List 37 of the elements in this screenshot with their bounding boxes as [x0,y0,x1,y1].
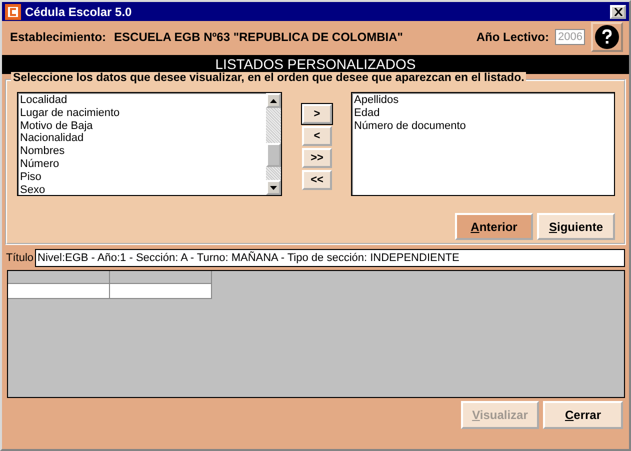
move-button[interactable]: < [302,126,332,146]
move-button[interactable]: > [302,104,332,124]
title-field[interactable]: Nivel:EGB - Año:1 - Sección: A - Turno: MAÑANA - Tipo de sección: INDEPENDIENTE [34,249,625,267]
title-label: Título [6,252,34,264]
move-button[interactable]: >> [302,148,332,168]
available-list[interactable]: Localidad Lugar de nacimiento Motivo de Baja Nacionalidad Nombres Número Piso Sexo [17,92,282,196]
action-button[interactable]: Cerrar [543,401,623,429]
list-item[interactable]: Nacionalidad [20,132,264,146]
list-item[interactable]: Lugar de nacimiento [20,106,264,120]
scroll-up-icon [270,98,277,102]
list-item[interactable]: Edad [354,106,612,120]
selected-list[interactable]: Apellidos Edad Número de documento [351,92,615,196]
move-button[interactable]: << [302,170,332,190]
list-item[interactable]: Número de documento [354,120,612,132]
help-button[interactable] [591,22,623,52]
group-legend: Seleccione los datos que desee visualizar, en el orden que desee que aparezcan en el listado. [11,72,526,84]
list-item[interactable]: Piso [20,170,264,184]
list-item[interactable]: Número [20,158,264,171]
close-icon [614,8,622,16]
scrollbar[interactable] [266,93,281,195]
window-title: Cédula Escolar 5.0 [25,4,133,18]
list-item[interactable]: Nombres [20,145,264,158]
help-icon [595,25,619,49]
list-item[interactable]: Apellidos [354,94,612,107]
app-icon [5,4,21,20]
close-button[interactable] [610,4,626,18]
establishment-name: ESCUELA EGB Nº63 "REPUBLICA DE COLOMBIA" [114,30,403,44]
list-item[interactable]: Sexo [20,184,264,196]
year-label: Año Lectivo: [476,30,549,44]
nav-button[interactable]: Anterior [455,213,533,240]
list-item[interactable]: Motivo de Baja [20,120,264,132]
section-banner: LISTADOS PERSONALIZADOS [2,55,629,74]
scroll-thumb[interactable] [266,143,281,167]
nav-button[interactable]: Siguiente [537,213,615,240]
scroll-down-icon [270,186,277,190]
list-item[interactable]: Localidad [20,94,264,107]
establishment-label: Establecimiento: [10,30,106,44]
